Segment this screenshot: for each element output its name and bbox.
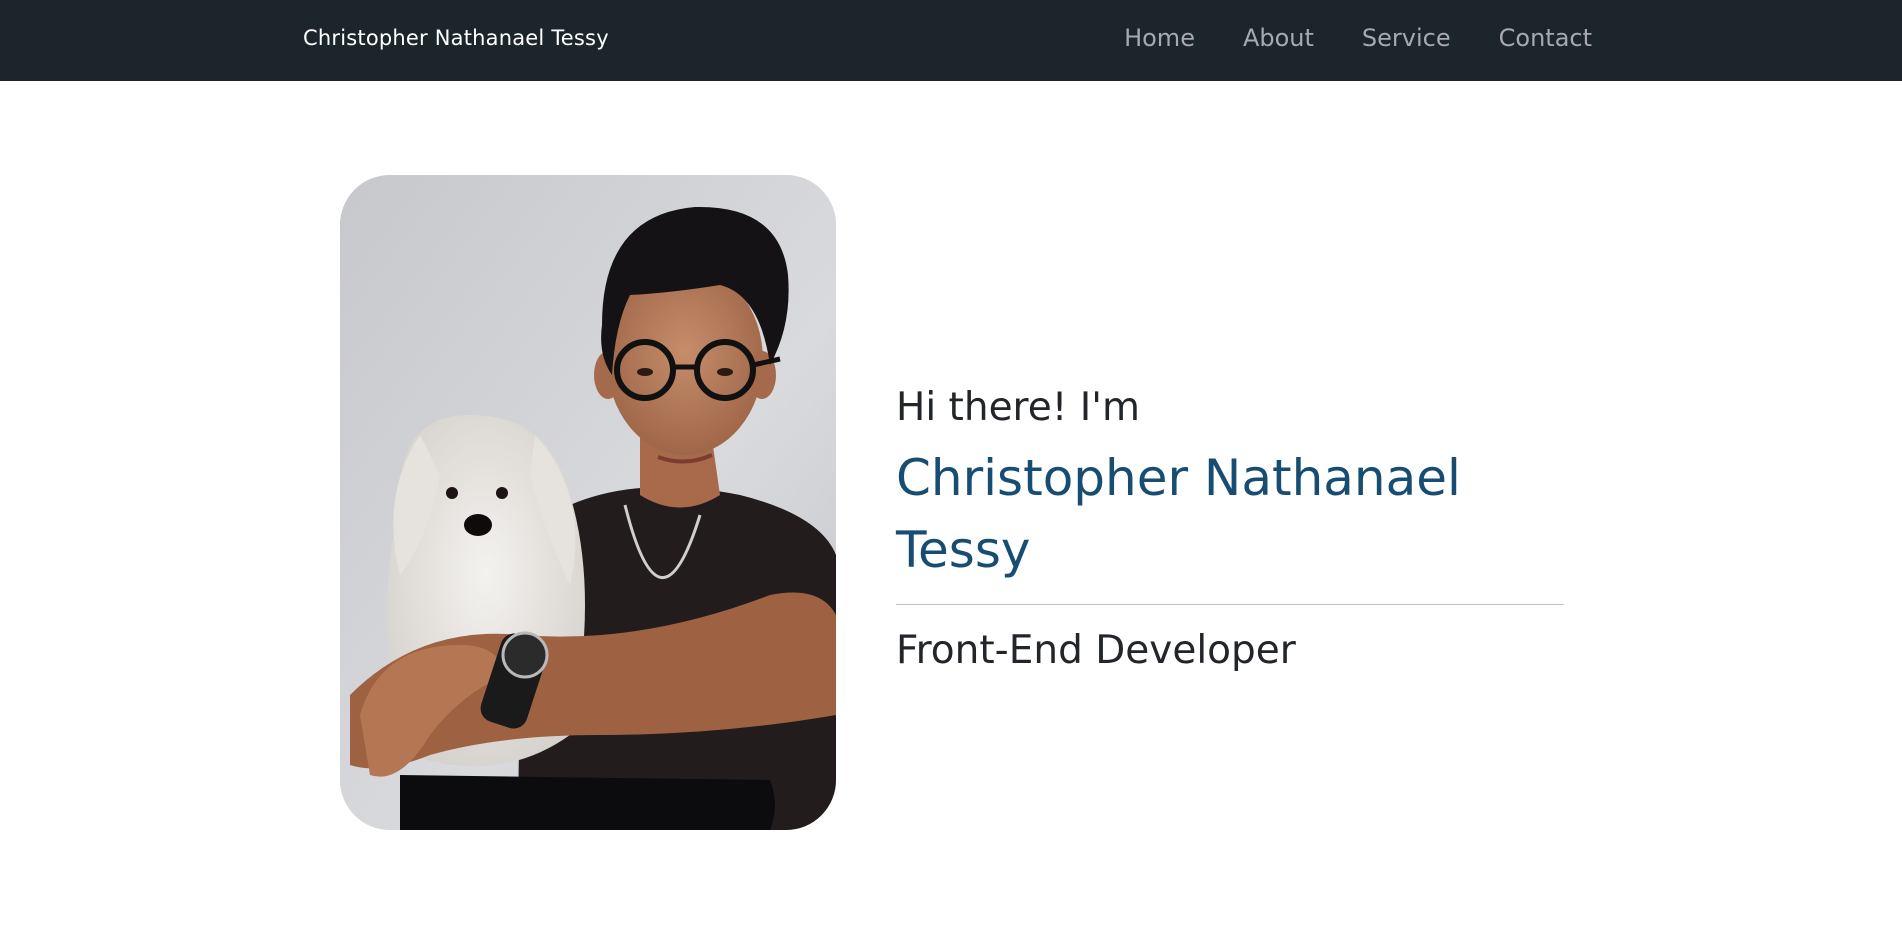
hero-name-heading: Christopher Nathanael Tessy bbox=[896, 449, 1461, 579]
job-title: Front-End Developer bbox=[896, 628, 1296, 673]
nav-links: Home About Service Contact bbox=[1124, 24, 1592, 52]
hero-text: Hi there! I'm Christopher Nathanael Tess… bbox=[896, 380, 1564, 677]
navbar: Christopher Nathanael Tessy Home About S… bbox=[0, 0, 1902, 81]
nav-link-contact[interactable]: Contact bbox=[1499, 24, 1592, 52]
profile-photo bbox=[340, 175, 836, 830]
brand-logo-link[interactable]: Christopher Nathanael Tessy bbox=[303, 26, 609, 50]
nav-link-about[interactable]: About bbox=[1243, 24, 1314, 52]
nav-link-service[interactable]: Service bbox=[1362, 24, 1451, 52]
portrait-photo-illustration bbox=[340, 175, 836, 830]
hero-divider bbox=[896, 604, 1564, 605]
greeting-text: Hi there! I'm bbox=[896, 385, 1140, 430]
nav-link-home[interactable]: Home bbox=[1124, 24, 1195, 52]
